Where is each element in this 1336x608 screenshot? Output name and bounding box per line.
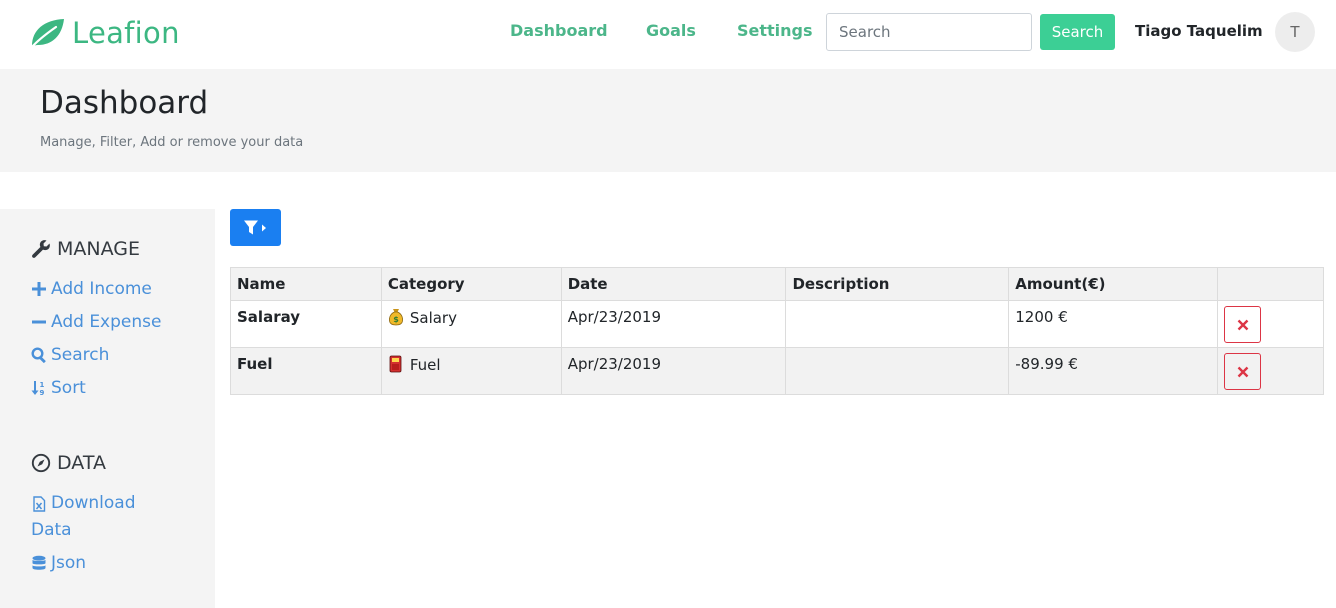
- sidebar-item-label: Add Income: [51, 279, 152, 299]
- sidebar-item-sort[interactable]: 1 9 Sort: [31, 378, 86, 398]
- svg-text:1: 1: [40, 381, 45, 389]
- minus-icon: [32, 320, 46, 324]
- table-row: Salaray $ Salary Apr/23/2019 1200 €: [230, 300, 1324, 348]
- search-input[interactable]: [826, 13, 1032, 51]
- manage-heading: MANAGE: [31, 238, 140, 260]
- cell-amount: 1200 €: [1008, 300, 1219, 348]
- nav-link-dashboard[interactable]: Dashboard: [510, 21, 608, 40]
- table-header-row: Name Category Date Description Amount(€): [230, 267, 1324, 301]
- page-title: Dashboard: [40, 85, 209, 121]
- cell-amount: -89.99 €: [1008, 347, 1219, 395]
- fuel-pump-icon: [389, 355, 402, 373]
- column-header-category[interactable]: Category: [380, 267, 562, 301]
- page-subtitle: Manage, Filter, Add or remove your data: [40, 135, 304, 150]
- brand-logo[interactable]: Leafion: [28, 12, 180, 54]
- compass-icon: [31, 453, 51, 473]
- sidebar-item-label: Download: [51, 493, 136, 513]
- brand-name: Leafion: [72, 16, 180, 50]
- cell-name: Salaray: [230, 300, 382, 348]
- delete-row-button[interactable]: [1224, 306, 1262, 343]
- sidebar-item-json[interactable]: Json: [31, 553, 86, 573]
- nav-link-settings[interactable]: Settings: [737, 21, 813, 40]
- sort-icon: 1 9: [31, 381, 45, 396]
- delete-row-button[interactable]: [1224, 353, 1262, 390]
- sidebar-item-download-data[interactable]: Download Data: [31, 490, 136, 544]
- category-label: Fuel: [409, 356, 441, 374]
- user-name[interactable]: Tiago Taquelim: [1135, 22, 1263, 40]
- cell-date: Apr/23/2019: [560, 300, 787, 348]
- nav-link-goals[interactable]: Goals: [646, 21, 696, 40]
- close-icon: [1237, 319, 1248, 330]
- sidebar-item-search[interactable]: Search: [31, 345, 109, 365]
- search-button[interactable]: Search: [1040, 14, 1115, 50]
- leaf-icon: [29, 19, 64, 50]
- cell-date: Apr/23/2019: [560, 347, 787, 395]
- wrench-icon: [32, 240, 50, 258]
- sidebar-item-add-expense[interactable]: Add Expense: [31, 312, 161, 332]
- data-heading: DATA: [31, 452, 106, 474]
- data-heading-label: DATA: [57, 452, 106, 474]
- plus-icon: [32, 282, 46, 296]
- page-header: Dashboard Manage, Filter, Add or remove …: [0, 69, 1336, 172]
- svg-text:9: 9: [40, 389, 45, 396]
- filter-icon: [243, 220, 266, 234]
- manage-heading-label: MANAGE: [57, 238, 140, 260]
- cell-description: [785, 300, 1010, 348]
- cell-name: Fuel: [230, 347, 382, 395]
- table-row: Fuel Fuel Apr/23/2019 -89.99 €: [230, 347, 1324, 395]
- svg-text:$: $: [393, 315, 399, 324]
- sidebar-item-label: Search: [51, 345, 110, 365]
- avatar[interactable]: T: [1275, 12, 1315, 52]
- column-header-name[interactable]: Name: [230, 267, 382, 301]
- search-icon: [31, 347, 46, 363]
- close-icon: [1237, 366, 1248, 377]
- category-label: Salary: [409, 309, 457, 327]
- money-bag-icon: $: [388, 309, 403, 326]
- column-header-description[interactable]: Description: [785, 267, 1010, 301]
- sidebar: MANAGE Add Income Add Expense Search 1 9…: [0, 209, 215, 608]
- sidebar-item-label: Json: [51, 553, 87, 573]
- top-navbar: Leafion Dashboard Goals Settings Search …: [0, 0, 1336, 69]
- filter-toggle-button[interactable]: [230, 209, 281, 246]
- cell-actions: [1217, 300, 1324, 348]
- column-header-amount[interactable]: Amount(€): [1008, 267, 1219, 301]
- cell-category: $ Salary: [380, 300, 562, 348]
- sidebar-item-add-income[interactable]: Add Income: [31, 279, 152, 299]
- column-header-date[interactable]: Date: [560, 267, 787, 301]
- sidebar-item-label-line2: Data: [31, 520, 72, 540]
- database-icon: [32, 555, 46, 570]
- excel-file-icon: [33, 495, 46, 512]
- transactions-table: Name Category Date Description Amount(€)…: [230, 267, 1324, 395]
- cell-actions: [1217, 347, 1324, 395]
- sidebar-item-label: Add Expense: [51, 312, 162, 332]
- sidebar-item-label: Sort: [51, 378, 86, 398]
- column-header-actions: [1217, 267, 1324, 301]
- cell-category: Fuel: [380, 347, 562, 395]
- cell-description: [785, 347, 1010, 395]
